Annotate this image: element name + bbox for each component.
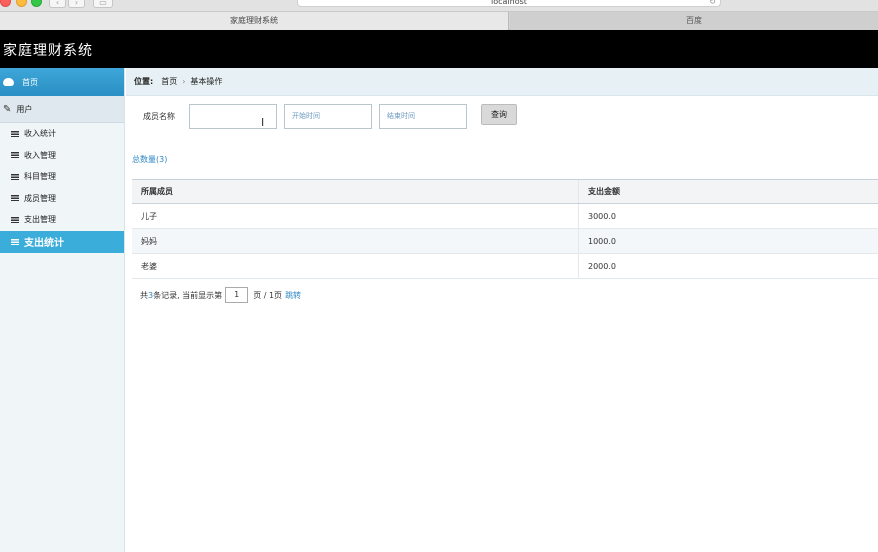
pager-prefix: 共 [140,290,148,300]
pagination: 共 3 条记录, 当前显示第 1 页 / 1页 跳转 [140,287,301,303]
breadcrumb-current: 基本操作 [190,77,223,86]
cell-amount: 3000.0 [578,204,878,228]
cell-member: 妈妈 [141,236,157,246]
list-icon [11,216,19,223]
tab-baidu[interactable]: 百度 [510,12,878,30]
sidebar: 首页 ✎ 用户 收入统计 收入管理 科目管理 成员管理 支出管理 支出统计 [0,68,125,552]
table-header-row: 所属成员 支出金额 [132,180,878,204]
column-header-member: 所属成员 [141,187,173,196]
pager-total: 页 / 1页 [253,290,283,300]
start-time-input[interactable]: 开始时间 [284,104,372,129]
minimize-window-button[interactable] [16,0,27,7]
sidebar-toggle-icon[interactable]: ▭ [93,0,113,8]
sidebar-item-label: 收入管理 [24,150,56,160]
edit-icon: ✎ [3,103,12,115]
total-count-link[interactable]: 总数量(3) [132,154,167,165]
reload-icon[interactable]: ↻ [709,0,716,6]
browser-tabs: 家庭理财系统 百度 [0,12,878,30]
app-header: 家庭理财系统 [0,30,878,68]
sidebar-item-member-manage[interactable]: 成员管理 [0,188,124,210]
sidebar-item-expense-manage[interactable]: 支出管理 [0,209,124,231]
sidebar-item-label: 支出统计 [24,238,64,249]
breadcrumb-label: 位置: [134,77,154,86]
page-number-input[interactable]: 1 [225,287,249,303]
sidebar-item-income-stats[interactable]: 收入统计 [0,123,124,145]
column-header-amount: 支出金额 [578,180,878,203]
pager-suffix: 条记录, 当前显示第 [153,290,223,300]
cell-member: 儿子 [141,211,157,221]
tab-active[interactable]: 家庭理财系统 [0,12,509,30]
list-icon [11,130,19,137]
breadcrumb-home-link[interactable]: 首页 [161,76,177,87]
expense-table: 所属成员 支出金额 儿子 3000.0 妈妈 1000.0 老婆 2000.0 [132,179,878,279]
jump-link[interactable]: 跳转 [285,290,301,301]
sidebar-item-label: 科目管理 [24,172,56,182]
end-time-input[interactable]: 结束时间 [379,104,467,129]
breadcrumb: 位置: 首页 › 基本操作 [126,68,878,96]
maximize-window-button[interactable] [31,0,42,7]
address-bar[interactable]: localhost ↻ [297,0,721,7]
list-icon [11,173,19,180]
sidebar-item-expense-stats[interactable]: 支出统计 [0,230,124,253]
sidebar-user-label: 用户 [16,104,33,114]
browser-toolbar: ‹ › ▭ localhost ↻ [0,0,878,12]
text-cursor-icon: I [261,116,265,129]
table-row: 妈妈 1000.0 [132,229,878,254]
forward-arrow-icon[interactable]: › [68,0,85,8]
close-window-button[interactable] [0,0,11,7]
table-row: 儿子 3000.0 [132,204,878,229]
cell-amount: 1000.0 [578,229,878,253]
cloud-icon [3,78,14,86]
list-icon [11,238,19,245]
url-text: localhost [491,0,527,6]
query-button[interactable]: 查询 [481,104,517,125]
list-icon [11,195,19,202]
sidebar-item-label: 成员管理 [24,193,56,203]
cell-amount: 2000.0 [578,254,878,278]
app-title: 家庭理财系统 [3,43,93,59]
sidebar-item-label: 支出管理 [24,215,56,225]
sidebar-user-section[interactable]: ✎ 用户 [0,96,124,123]
main-content: 位置: 首页 › 基本操作 成员名称 开始时间 结束时间 查询 总数量(3) 所… [126,68,878,552]
table-row: 老婆 2000.0 [132,254,878,279]
sidebar-item-income-manage[interactable]: 收入管理 [0,145,124,167]
member-name-label: 成员名称 [143,112,175,121]
back-arrow-icon[interactable]: ‹ [49,0,66,8]
sidebar-home-label: 首页 [22,77,38,87]
sidebar-home[interactable]: 首页 [0,68,124,96]
sidebar-item-subject-manage[interactable]: 科目管理 [0,166,124,188]
list-icon [11,152,19,159]
search-form: 成员名称 开始时间 结束时间 查询 [126,104,878,130]
cell-member: 老婆 [141,261,157,271]
sidebar-item-label: 收入统计 [24,129,56,139]
breadcrumb-separator: › [182,77,186,86]
